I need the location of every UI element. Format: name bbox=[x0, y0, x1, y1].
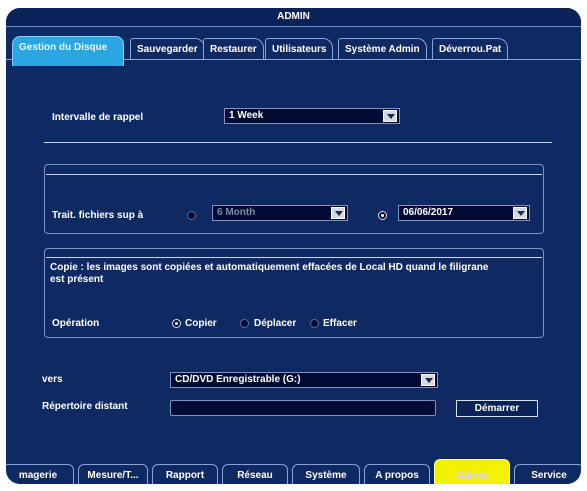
destination-label: vers bbox=[42, 374, 63, 385]
divider bbox=[44, 142, 552, 143]
interval-select[interactable]: 1 Week bbox=[224, 108, 400, 124]
purge-label: Trait. fichiers sup à bbox=[52, 210, 144, 221]
chevron-down-icon[interactable] bbox=[421, 374, 435, 386]
radio-copier[interactable] bbox=[172, 319, 181, 328]
period-select[interactable]: 6 Month bbox=[212, 205, 348, 221]
tab-utilisateurs[interactable]: Utilisateurs bbox=[265, 38, 334, 60]
date-value: 06/06/2017 bbox=[403, 207, 454, 218]
tab-systeme-admin[interactable]: Système Admin bbox=[338, 38, 427, 60]
destination-select[interactable]: CD/DVD Enregistrable (G:) bbox=[170, 372, 438, 388]
period-radio[interactable] bbox=[187, 211, 196, 220]
remote-dir-input[interactable] bbox=[170, 400, 436, 416]
remote-dir-label: Répertoire distant bbox=[42, 401, 128, 412]
bottom-tab-a-propos[interactable]: A propos bbox=[364, 464, 430, 484]
option-effacer-label: Effacer bbox=[323, 318, 357, 329]
admin-window: ADMIN Sauvegarder Restaurer Utilisateurs… bbox=[6, 8, 581, 484]
bottom-tab-rapport[interactable]: Rapport bbox=[152, 464, 218, 484]
bottom-tab-imagerie[interactable]: magerie bbox=[6, 464, 74, 484]
destination-value: CD/DVD Enregistrable (G:) bbox=[175, 374, 301, 385]
bottom-tab-bar: magerie Mesure/T... Rapport Réseau Systè… bbox=[6, 459, 581, 484]
tab-deverrou-pat[interactable]: Déverrou.Pat bbox=[432, 38, 509, 60]
interval-label: Intervalle de rappel bbox=[52, 112, 144, 123]
panel-divider bbox=[46, 257, 542, 258]
bottom-tab-service[interactable]: Service bbox=[514, 464, 581, 484]
chevron-down-icon[interactable] bbox=[383, 110, 397, 122]
chevron-down-icon[interactable] bbox=[513, 207, 527, 219]
bottom-tab-mesure[interactable]: Mesure/T... bbox=[78, 464, 148, 484]
interval-value: 1 Week bbox=[229, 110, 264, 121]
chevron-down-icon[interactable] bbox=[331, 207, 345, 219]
bottom-tab-admin[interactable]: Admin bbox=[434, 459, 510, 484]
window-title: ADMIN bbox=[6, 8, 581, 27]
tab-gestion-du-disque[interactable]: Gestion du Disque bbox=[12, 36, 124, 66]
date-radio[interactable] bbox=[378, 211, 387, 220]
operation-label: Opération bbox=[52, 318, 100, 329]
panel-divider bbox=[46, 174, 542, 175]
radio-deplacer[interactable] bbox=[240, 319, 249, 328]
tab-restaurer[interactable]: Restaurer bbox=[203, 38, 264, 60]
start-button[interactable]: Démarrer bbox=[456, 400, 538, 417]
period-value: 6 Month bbox=[217, 207, 256, 218]
copy-description: Copie : les images sont copiées et autom… bbox=[50, 262, 489, 285]
tab-sauvegarder[interactable]: Sauvegarder bbox=[130, 38, 205, 60]
radio-effacer[interactable] bbox=[310, 319, 319, 328]
date-select[interactable]: 06/06/2017 bbox=[398, 205, 530, 221]
option-copier-label: Copier bbox=[185, 318, 217, 329]
option-deplacer-label: Déplacer bbox=[254, 318, 297, 329]
bottom-tab-systeme[interactable]: Système bbox=[292, 464, 360, 484]
bottom-tab-reseau[interactable]: Réseau bbox=[222, 464, 288, 484]
